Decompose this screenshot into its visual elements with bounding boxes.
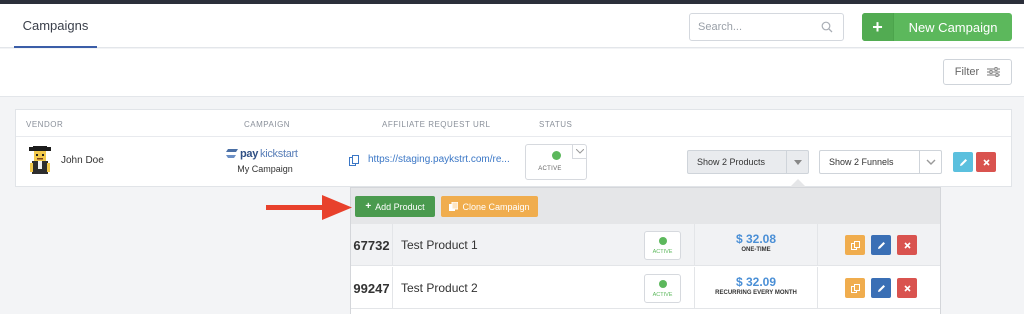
chevron-down-icon xyxy=(575,149,584,154)
table-row: 67732 Test Product 1 ACTIVE $ 32.08 ONE-… xyxy=(351,224,940,266)
edit-product-button[interactable] xyxy=(871,235,891,255)
filter-button[interactable]: Filter xyxy=(943,59,1012,85)
table-row: 99247 Test Product 2 ACTIVE $ 32.09 RECU… xyxy=(351,267,940,309)
chevron-down-icon xyxy=(926,159,935,165)
filter-label: Filter xyxy=(954,66,980,78)
paykickstart-logo: pay kickstart xyxy=(226,148,306,162)
close-icon xyxy=(982,158,990,166)
funnels-select[interactable]: Show 2 Funnels xyxy=(819,150,942,174)
product-id: 99247 xyxy=(351,267,393,309)
search-icon[interactable] xyxy=(821,21,833,33)
delete-campaign-button[interactable] xyxy=(976,152,996,172)
status-caret[interactable] xyxy=(572,145,586,159)
logo-kickstart-text: kickstart xyxy=(260,148,298,160)
status-dot xyxy=(659,237,667,245)
header-affiliate-url: AFFILIATE REQUEST URL xyxy=(382,120,491,129)
sliders-icon xyxy=(987,67,1001,77)
products-table: 67732 Test Product 1 ACTIVE $ 32.08 ONE-… xyxy=(351,224,940,314)
new-campaign-label: New Campaign xyxy=(908,19,998,35)
new-campaign-button[interactable]: + New Campaign xyxy=(862,13,1012,41)
product-price-type: RECURRING EVERY MONTH xyxy=(715,290,797,296)
product-name: Test Product 2 xyxy=(401,281,478,295)
logo-pay-text: pay xyxy=(240,148,259,160)
clone-campaign-label: Clone Campaign xyxy=(462,201,530,212)
header-campaign: CAMPAIGN xyxy=(244,120,291,129)
status-label: ACTIVE xyxy=(538,166,562,172)
header-divider xyxy=(16,136,1011,137)
avatar xyxy=(29,146,51,174)
plus-icon: + xyxy=(862,13,894,41)
clone-campaign-button[interactable]: Clone Campaign xyxy=(441,196,538,217)
edit-campaign-button[interactable] xyxy=(953,152,973,172)
copy-icon xyxy=(449,202,459,211)
caret-down-icon xyxy=(793,159,802,165)
product-price-type: ONE-TIME xyxy=(741,247,771,253)
product-status-label: ACTIVE xyxy=(652,292,673,298)
product-id: 67732 xyxy=(351,224,393,266)
close-icon xyxy=(903,284,911,292)
product-status-label: ACTIVE xyxy=(652,249,673,255)
add-product-label: Add Product xyxy=(375,201,425,212)
sub-toolbar: Filter xyxy=(0,49,1024,97)
product-price: $ 32.08 xyxy=(735,232,777,246)
pencil-icon xyxy=(959,158,967,166)
campaign-card: VENDOR CAMPAIGN AFFILIATE REQUEST URL ST… xyxy=(15,109,1012,187)
search-box[interactable] xyxy=(689,13,844,41)
delete-product-button[interactable] xyxy=(897,235,917,255)
page-header: Campaigns + New Campaign xyxy=(0,4,1024,48)
copy-product-button[interactable] xyxy=(845,235,865,255)
product-status-toggle[interactable]: ACTIVE xyxy=(644,274,681,303)
search-input[interactable] xyxy=(698,19,818,35)
logo-mark-icon xyxy=(226,149,238,158)
red-arrow-annotation xyxy=(266,195,352,220)
copy-product-button[interactable] xyxy=(845,278,865,298)
edit-product-button[interactable] xyxy=(871,278,891,298)
pencil-icon xyxy=(877,284,885,292)
status-dot xyxy=(659,280,667,288)
product-status-toggle[interactable]: ACTIVE xyxy=(644,231,681,260)
add-product-button[interactable]: + Add Product xyxy=(355,196,435,217)
header-status: STATUS xyxy=(539,120,573,129)
products-select-label: Show 2 Products xyxy=(697,157,766,167)
status-dot xyxy=(552,151,561,160)
plus-icon: + xyxy=(365,201,372,212)
funnels-caret xyxy=(919,151,941,173)
status-toggle[interactable]: ACTIVE xyxy=(525,144,587,180)
affiliate-url-link[interactable]: https://staging.paykstrt.com/re... xyxy=(368,154,510,165)
products-select[interactable]: Show 2 Products xyxy=(687,150,809,174)
product-name: Test Product 1 xyxy=(401,238,478,252)
delete-product-button[interactable] xyxy=(897,278,917,298)
vendor-name: John Doe xyxy=(61,155,104,166)
tab-campaigns[interactable]: Campaigns xyxy=(14,4,97,48)
campaign-name: My Campaign xyxy=(237,164,293,174)
product-price: $ 32.09 xyxy=(735,275,777,289)
products-caret xyxy=(786,151,808,173)
copy-icon xyxy=(850,240,860,250)
header-vendor: VENDOR xyxy=(26,120,64,129)
price-cell: $ 32.09 RECURRING EVERY MONTH xyxy=(694,267,818,309)
copy-icon[interactable] xyxy=(349,155,359,166)
pencil-icon xyxy=(877,241,885,249)
copy-icon xyxy=(850,283,860,293)
close-icon xyxy=(903,241,911,249)
price-cell: $ 32.08 ONE-TIME xyxy=(694,224,818,266)
funnels-select-label: Show 2 Funnels xyxy=(829,157,894,167)
